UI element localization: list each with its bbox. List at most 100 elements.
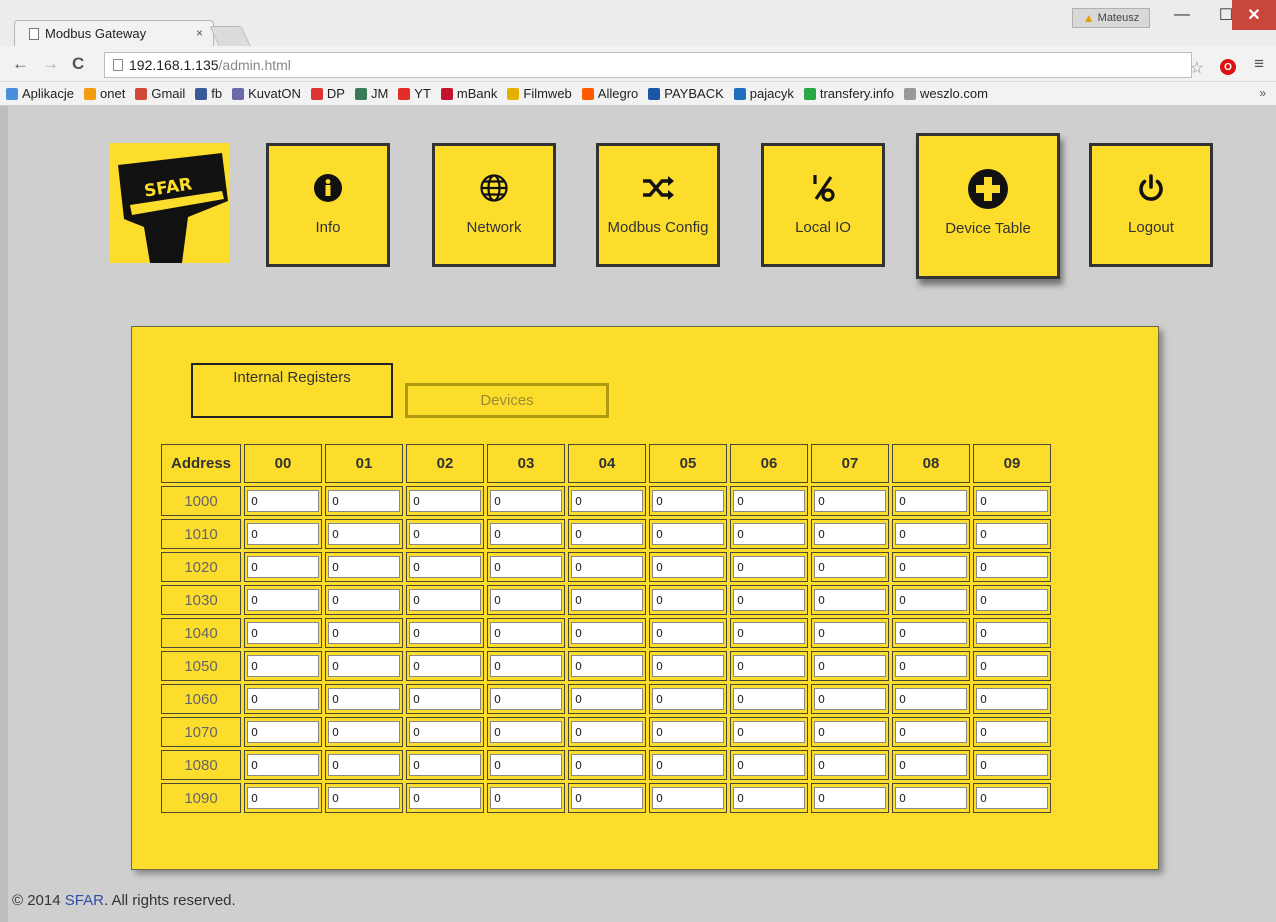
- register-input[interactable]: [652, 523, 724, 545]
- nav-tile-logout[interactable]: Logout: [1089, 143, 1213, 267]
- register-input[interactable]: [652, 556, 724, 578]
- register-input[interactable]: [652, 754, 724, 776]
- register-input[interactable]: [247, 589, 319, 611]
- register-input[interactable]: [733, 655, 805, 677]
- register-input[interactable]: [490, 787, 562, 809]
- register-input[interactable]: [652, 622, 724, 644]
- register-input[interactable]: [247, 556, 319, 578]
- register-input[interactable]: [490, 490, 562, 512]
- register-input[interactable]: [490, 721, 562, 743]
- register-input[interactable]: [652, 655, 724, 677]
- bookmark-item[interactable]: fb: [195, 86, 222, 101]
- register-input[interactable]: [733, 589, 805, 611]
- register-input[interactable]: [814, 688, 886, 710]
- bookmark-item[interactable]: YT: [398, 86, 431, 101]
- bookmark-item[interactable]: Aplikacje: [6, 86, 74, 101]
- register-input[interactable]: [490, 754, 562, 776]
- register-input[interactable]: [895, 754, 967, 776]
- register-input[interactable]: [409, 721, 481, 743]
- register-input[interactable]: [976, 655, 1048, 677]
- register-input[interactable]: [733, 622, 805, 644]
- register-input[interactable]: [814, 589, 886, 611]
- register-input[interactable]: [328, 556, 400, 578]
- register-input[interactable]: [814, 754, 886, 776]
- register-input[interactable]: [409, 688, 481, 710]
- register-input[interactable]: [976, 556, 1048, 578]
- register-input[interactable]: [895, 490, 967, 512]
- register-input[interactable]: [328, 655, 400, 677]
- register-input[interactable]: [895, 688, 967, 710]
- register-input[interactable]: [247, 787, 319, 809]
- register-input[interactable]: [895, 589, 967, 611]
- profile-button[interactable]: ▲ Mateusz: [1072, 8, 1150, 28]
- register-input[interactable]: [409, 622, 481, 644]
- register-input[interactable]: [490, 523, 562, 545]
- register-input[interactable]: [895, 787, 967, 809]
- register-input[interactable]: [328, 754, 400, 776]
- register-input[interactable]: [895, 655, 967, 677]
- register-input[interactable]: [571, 622, 643, 644]
- register-input[interactable]: [409, 787, 481, 809]
- tab-devices[interactable]: Devices: [405, 383, 609, 418]
- register-input[interactable]: [328, 622, 400, 644]
- register-input[interactable]: [652, 721, 724, 743]
- register-input[interactable]: [328, 523, 400, 545]
- footer-sfar-link[interactable]: SFAR: [65, 892, 104, 909]
- register-input[interactable]: [733, 754, 805, 776]
- back-arrow-icon[interactable]: ←: [12, 54, 29, 74]
- register-input[interactable]: [976, 721, 1048, 743]
- register-input[interactable]: [571, 556, 643, 578]
- register-input[interactable]: [652, 688, 724, 710]
- register-input[interactable]: [733, 688, 805, 710]
- register-input[interactable]: [814, 721, 886, 743]
- register-input[interactable]: [490, 622, 562, 644]
- nav-tile-modbus-config[interactable]: Modbus Config: [596, 143, 720, 267]
- menu-icon[interactable]: ≡: [1254, 54, 1264, 74]
- bookmark-item[interactable]: PAYBACK: [648, 86, 724, 101]
- sfar-logo[interactable]: SFAR: [110, 143, 230, 263]
- register-input[interactable]: [409, 523, 481, 545]
- register-input[interactable]: [409, 490, 481, 512]
- register-input[interactable]: [328, 589, 400, 611]
- register-input[interactable]: [733, 490, 805, 512]
- minimize-icon[interactable]: —: [1160, 0, 1204, 30]
- register-input[interactable]: [733, 787, 805, 809]
- register-input[interactable]: [571, 688, 643, 710]
- register-input[interactable]: [490, 688, 562, 710]
- register-input[interactable]: [733, 523, 805, 545]
- browser-tab[interactable]: Modbus Gateway ×: [14, 20, 214, 46]
- register-input[interactable]: [895, 622, 967, 644]
- register-input[interactable]: [652, 787, 724, 809]
- register-input[interactable]: [814, 787, 886, 809]
- register-input[interactable]: [571, 589, 643, 611]
- forward-arrow-icon[interactable]: →: [42, 54, 59, 74]
- register-input[interactable]: [490, 655, 562, 677]
- register-input[interactable]: [976, 523, 1048, 545]
- register-input[interactable]: [652, 490, 724, 512]
- register-input[interactable]: [976, 622, 1048, 644]
- bookmark-item[interactable]: mBank: [440, 86, 497, 101]
- register-input[interactable]: [328, 787, 400, 809]
- bookmark-item[interactable]: transfery.info: [803, 86, 894, 101]
- bookmark-item[interactable]: onet: [84, 86, 125, 101]
- tab-internal-registers[interactable]: Internal Registers: [191, 363, 393, 418]
- register-input[interactable]: [976, 688, 1048, 710]
- bookmark-item[interactable]: pajacyk: [733, 86, 794, 101]
- address-bar[interactable]: 192.168.1.135/admin.html: [104, 52, 1192, 78]
- opera-extension-icon[interactable]: O: [1220, 59, 1236, 75]
- register-input[interactable]: [247, 721, 319, 743]
- bookmark-item[interactable]: DP: [310, 86, 345, 101]
- tab-close-icon[interactable]: ×: [196, 26, 203, 40]
- register-input[interactable]: [409, 556, 481, 578]
- register-input[interactable]: [247, 523, 319, 545]
- register-input[interactable]: [814, 622, 886, 644]
- register-input[interactable]: [571, 721, 643, 743]
- reload-icon[interactable]: C: [72, 54, 84, 74]
- register-input[interactable]: [571, 787, 643, 809]
- bookmark-item[interactable]: Filmweb: [507, 86, 572, 101]
- bookmark-item[interactable]: weszlo.com: [904, 86, 988, 101]
- register-input[interactable]: [571, 655, 643, 677]
- register-input[interactable]: [247, 490, 319, 512]
- register-input[interactable]: [571, 754, 643, 776]
- register-input[interactable]: [247, 688, 319, 710]
